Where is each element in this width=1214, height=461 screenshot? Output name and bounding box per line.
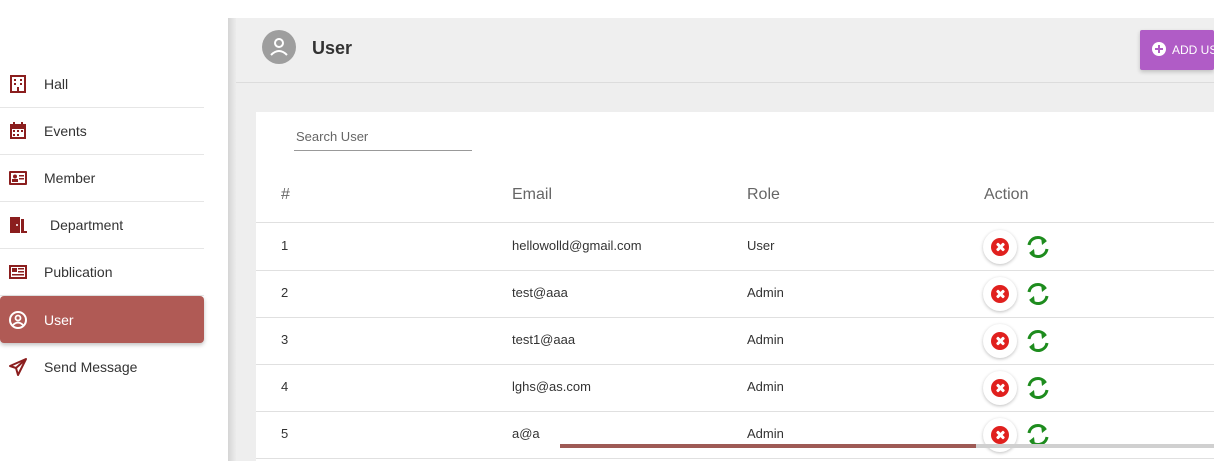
row-email: a@a [512,426,540,441]
row-role: Admin [747,332,784,347]
table-header: # Email Role Action [256,182,1214,223]
sidebar-divider [228,18,236,461]
refresh-icon[interactable] [1024,280,1052,308]
sidebar-item-user[interactable]: User [0,296,204,343]
row-email: test@aaa [512,285,568,300]
page-title: User [312,38,353,58]
column-header-email: Email [512,186,553,203]
sidebar-item-label: Events [44,123,87,139]
delete-button[interactable] [983,277,1017,311]
column-header-action: Action [984,186,1029,203]
delete-button[interactable] [983,371,1017,405]
newspaper-icon [9,265,27,279]
table-row: 1 hellowolld@gmail.com User [256,223,1214,271]
horizontal-scrollbar[interactable] [560,444,1214,448]
sidebar-item-hall[interactable]: Hall [0,60,204,108]
add-user-label: ADD US [1172,43,1214,57]
sidebar: Hall Events Member Department Publicatio… [0,0,228,461]
sidebar-item-department[interactable]: Department [0,202,204,249]
row-number: 1 [281,238,289,253]
avatar [262,30,296,64]
sidebar-item-member[interactable]: Member [0,155,204,202]
table-row: 5 a@a Admin [256,411,1214,459]
door-icon [10,217,27,233]
table-row: 3 test1@aaa Admin [256,317,1214,365]
add-user-button[interactable]: ADD US [1140,30,1214,70]
sidebar-item-label: Department [50,217,124,233]
close-circle-icon [991,285,1009,303]
search-input[interactable] [294,122,472,151]
sidebar-item-label: Send Message [44,358,138,375]
refresh-icon[interactable] [1024,327,1052,355]
page-header: User [236,18,1214,83]
table-row: 4 lghs@as.com Admin [256,364,1214,412]
row-number: 4 [281,379,289,394]
building-icon [10,74,26,93]
sidebar-item-send-message[interactable]: Send Message [0,343,204,390]
sidebar-nav: Hall Events Member Department Publicatio… [0,60,204,390]
row-email: lghs@as.com [512,379,591,394]
row-number: 3 [281,332,289,347]
sidebar-item-events[interactable]: Events [0,108,204,155]
row-role: Admin [747,426,784,441]
delete-button[interactable] [983,230,1017,264]
close-circle-icon [991,426,1009,444]
close-circle-icon [991,332,1009,350]
id-card-icon [9,171,27,185]
row-number: 2 [281,285,289,300]
main-content: User # Email Role Action 1 hellowolld@gm… [236,18,1214,461]
users-card: # Email Role Action 1 hellowolld@gmail.c… [256,112,1214,461]
row-role: User [747,238,775,253]
row-role: Admin [747,379,784,394]
user-circle-icon [9,310,27,329]
delete-button[interactable] [983,324,1017,358]
sidebar-item-label: Publication [44,264,113,280]
row-role: Admin [747,285,784,300]
column-header-number: # [281,186,290,203]
row-email: test1@aaa [512,332,576,347]
refresh-icon[interactable] [1024,374,1052,402]
row-number: 5 [281,426,289,441]
row-email: hellowolld@gmail.com [512,238,642,253]
plus-circle-icon [1152,42,1166,56]
sidebar-item-label: Member [44,170,96,186]
paper-plane-icon [9,357,27,376]
table-row: 2 test@aaa Admin [256,270,1214,318]
scrollbar-thumb[interactable] [560,444,976,448]
sidebar-item-publication[interactable]: Publication [0,249,204,296]
refresh-icon[interactable] [1024,233,1052,261]
column-header-role: Role [747,186,780,203]
sidebar-item-label: Hall [44,75,69,92]
close-circle-icon [991,379,1009,397]
user-icon [270,38,288,56]
close-circle-icon [991,238,1009,256]
sidebar-item-label: User [44,311,74,328]
calendar-icon [10,122,26,139]
